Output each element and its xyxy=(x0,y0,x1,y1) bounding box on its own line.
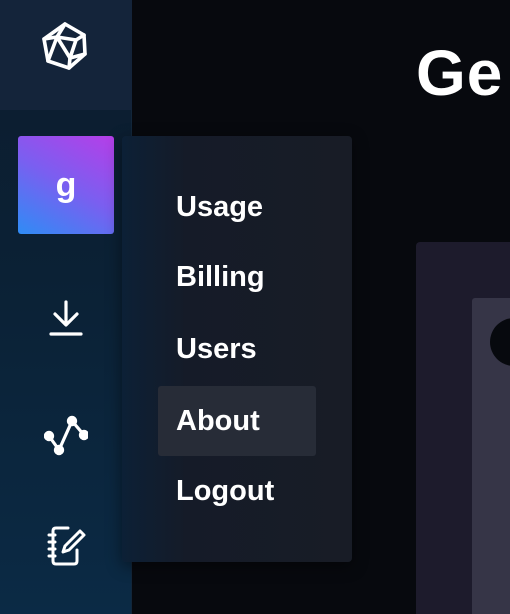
menu-item-label: Logout xyxy=(176,474,275,507)
menu-item-logout[interactable]: Logout xyxy=(158,456,316,526)
menu-item-usage[interactable]: Usage xyxy=(158,172,316,242)
avatar-initial: g xyxy=(55,165,77,204)
menu-item-billing[interactable]: Billing xyxy=(158,242,316,312)
logo-button[interactable] xyxy=(0,0,132,110)
menu-item-about[interactable]: About xyxy=(158,386,316,456)
notebook-edit-icon xyxy=(47,526,86,566)
menu-item-label: Billing xyxy=(176,260,265,293)
menu-item-label: Usage xyxy=(176,190,264,223)
page-title: Ge xyxy=(416,37,504,109)
user-menu: Usage Billing Users About Logout xyxy=(122,136,352,562)
user-avatar-button[interactable]: g xyxy=(18,136,114,234)
app-window: Ge g Usage Billing Users About Logout xyxy=(0,0,510,614)
download-icon xyxy=(49,300,83,336)
download-button[interactable] xyxy=(40,292,92,344)
graph-button[interactable] xyxy=(40,408,92,460)
menu-item-label: Users xyxy=(176,332,257,365)
graph-icon xyxy=(44,415,88,456)
polyhedron-logo-icon xyxy=(42,22,87,70)
menu-item-label: About xyxy=(176,404,260,437)
sidebar: g xyxy=(0,0,132,614)
menu-item-users[interactable]: Users xyxy=(158,314,316,384)
notebook-button[interactable] xyxy=(40,520,92,572)
